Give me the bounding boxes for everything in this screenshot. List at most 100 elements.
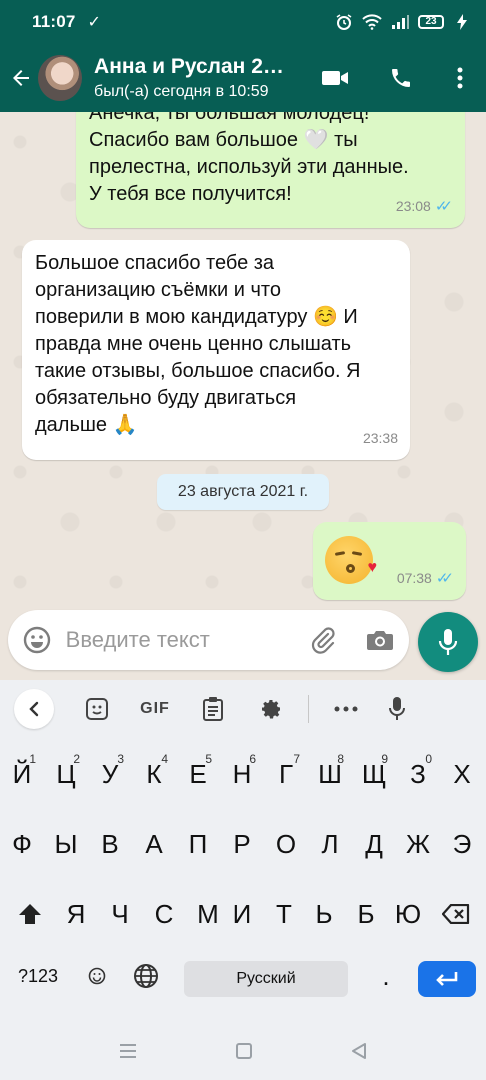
alarm-icon (334, 13, 354, 31)
message-input[interactable] (65, 620, 294, 660)
back-triangle-icon (352, 1043, 366, 1059)
read-receipt-icon: ✓✓ (435, 570, 454, 587)
key-letter[interactable]: Я (54, 884, 98, 944)
toolbar-divider (308, 695, 309, 723)
chat-area[interactable]: Анечка, ты большая молодец! Спасибо вам … (0, 112, 486, 680)
message-bubble-incoming[interactable]: Большое спасибо тебе за организацию съём… (22, 240, 410, 460)
key-hint: 2 (73, 752, 80, 766)
recents-button[interactable] (116, 1040, 140, 1062)
avatar[interactable] (38, 55, 83, 101)
gif-button[interactable]: GIF (126, 684, 184, 734)
emoji-icon (23, 626, 51, 654)
home-square-icon (236, 1043, 252, 1059)
enter-icon (436, 972, 458, 986)
message-bubble-outgoing[interactable]: Анечка, ты большая молодец! Спасибо вам … (76, 112, 465, 228)
backspace-icon (442, 904, 470, 924)
more-options-button[interactable] (434, 50, 486, 106)
home-button[interactable] (232, 1040, 256, 1062)
microphone-icon (438, 629, 458, 655)
key-hint: 7 (293, 752, 300, 766)
key-letter[interactable]: Ы (44, 814, 88, 874)
microphone-icon (389, 697, 405, 720)
keyboard-row-2: Ф Ы В А П Р О Л Д Ж Э (0, 814, 486, 886)
language-key[interactable] (122, 946, 170, 1006)
key-label: Г (278, 758, 294, 789)
camera-button[interactable] (351, 612, 409, 668)
keyboard-row-1: Й1 Ц2 У3 К4 Е5 Н6 Г7 Ш8 Щ9 З0 Х (0, 744, 486, 816)
key-letter[interactable]: Ж (396, 814, 440, 874)
key-letter[interactable]: Р (220, 814, 264, 874)
status-time: 11:07 (32, 12, 76, 31)
key-letter[interactable]: П (176, 814, 220, 874)
key-letter[interactable]: А (132, 814, 176, 874)
key-letter[interactable]: Ш8 (308, 744, 352, 804)
key-letter[interactable]: Г7 (264, 744, 308, 804)
battery-level: 23 (418, 15, 444, 29)
key-letter[interactable]: Ф (0, 814, 44, 874)
key-letter[interactable]: Е5 (176, 744, 220, 804)
keyboard: GIF Й1 Ц2 У3 К4 Е5 Н6 Г7 Ш8 Щ9 З0 Х Ф Ы … (0, 680, 486, 1020)
more-vert-icon (457, 67, 463, 89)
key-letter[interactable]: О (264, 814, 308, 874)
key-letter[interactable]: Щ9 (352, 744, 396, 804)
contact-info[interactable]: Анна и Руслан 2… был(-а) сегодня в 10:59 (94, 55, 302, 101)
voice-message-button[interactable] (418, 612, 478, 672)
key-letter[interactable]: Т (262, 884, 306, 944)
shift-key[interactable] (6, 884, 54, 944)
system-navigation-bar (0, 1020, 486, 1080)
key-letter[interactable]: К4 (132, 744, 176, 804)
arrow-back-icon (13, 70, 30, 86)
enter-key[interactable] (418, 961, 476, 997)
key-hint: 9 (381, 752, 388, 766)
key-letter[interactable]: З0 (396, 744, 440, 804)
key-letter[interactable]: Л (308, 814, 352, 874)
emoji-key[interactable] (80, 946, 114, 1006)
key-letter[interactable]: С (142, 884, 186, 944)
message-composer (0, 600, 486, 680)
voice-input-button[interactable] (375, 684, 419, 734)
key-letter[interactable]: Н6 (220, 744, 264, 804)
symbols-key[interactable]: ?123 (6, 946, 70, 1006)
key-letter[interactable]: Ь (302, 884, 346, 944)
emoji-button[interactable] (8, 612, 66, 668)
sticker-button[interactable] (68, 684, 126, 734)
back-button[interactable] (2, 50, 40, 106)
more-horiz-icon (334, 706, 358, 712)
chevron-left-icon (29, 701, 39, 717)
keyboard-row-4: ?123 Русский . (0, 946, 486, 1018)
key-letter[interactable]: В (88, 814, 132, 874)
toolbar-collapse-button[interactable] (14, 684, 54, 734)
back-nav-button[interactable] (347, 1040, 371, 1062)
paperclip-icon (311, 627, 335, 654)
key-letter[interactable]: Д (352, 814, 396, 874)
key-letter[interactable]: И (220, 884, 264, 944)
space-key[interactable]: Русский (184, 961, 348, 997)
charging-icon (452, 13, 472, 31)
key-letter[interactable]: Ю (386, 884, 430, 944)
backspace-key[interactable] (432, 884, 480, 944)
download-done-icon: ✓ (87, 14, 101, 31)
key-letter[interactable]: Б (344, 884, 388, 944)
key-letter[interactable]: Й1 (0, 744, 44, 804)
key-letter[interactable]: Х (440, 744, 484, 804)
key-letter[interactable]: Ч (98, 884, 142, 944)
voice-call-button[interactable] (368, 50, 434, 106)
clipboard-button[interactable] (184, 684, 242, 734)
emoji-icon (88, 967, 106, 985)
key-letter[interactable]: У3 (88, 744, 132, 804)
settings-button[interactable] (242, 684, 300, 734)
message-bubble-outgoing-sticker[interactable]: ♥ 07:38 ✓✓ (313, 522, 466, 600)
video-call-button[interactable] (302, 50, 368, 106)
period-key[interactable]: . (362, 946, 410, 1006)
clipboard-icon (203, 697, 223, 721)
more-button[interactable] (317, 684, 375, 734)
gear-icon (262, 700, 280, 719)
message-input-box (8, 610, 409, 670)
chat-header: Анна и Руслан 2… был(-а) сегодня в 10:59 (0, 44, 486, 112)
key-letter[interactable]: Э (440, 814, 484, 874)
attach-button[interactable] (294, 612, 352, 668)
status-icons: 23 (334, 13, 472, 31)
wifi-icon (362, 13, 382, 31)
key-letter[interactable]: Ц2 (44, 744, 88, 804)
key-label: Х (453, 758, 471, 789)
